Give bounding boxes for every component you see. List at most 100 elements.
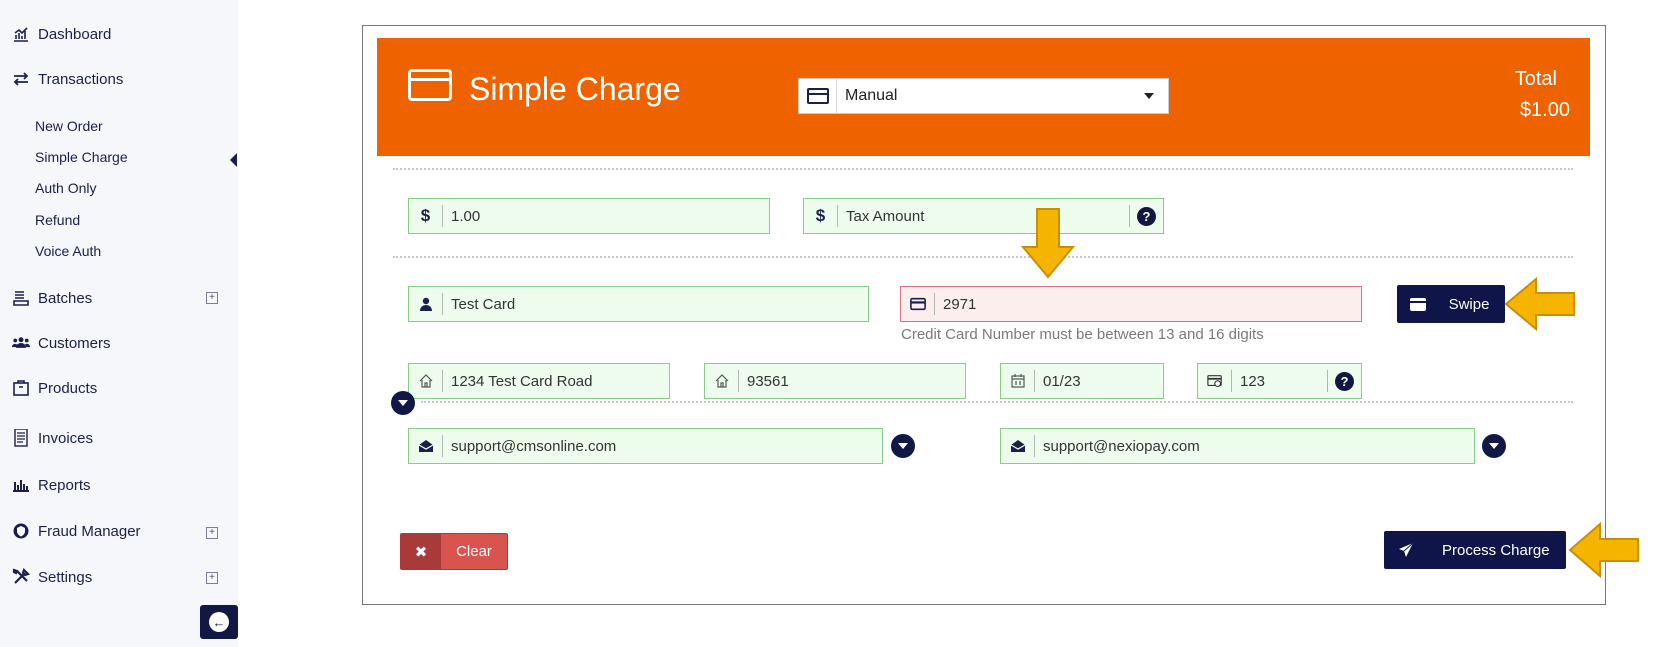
sidebar-sub-refund[interactable]: Refund <box>35 210 80 230</box>
sidebar-item-fraud-manager[interactable]: Fraud Manager <box>12 519 141 543</box>
address-field[interactable]: 1234 Test Card Road <box>408 363 670 399</box>
tax-amount-field[interactable]: $ Tax Amount ? <box>803 198 1164 234</box>
calendar-icon <box>1001 370 1035 392</box>
annotation-down-arrow-icon <box>1020 208 1076 279</box>
close-icon: ✖ <box>401 534 441 569</box>
sidebar-item-invoices[interactable]: Invoices <box>12 426 93 450</box>
card-number-field[interactable]: 2971 <box>900 286 1362 322</box>
sidebar-sub-auth-only[interactable]: Auth Only <box>35 178 96 198</box>
expand-fraud-manager-icon[interactable]: + <box>206 527 218 539</box>
envelope-open-icon <box>1001 435 1035 457</box>
sidebar-sub-new-order[interactable]: New Order <box>35 116 103 136</box>
sidebar-item-dashboard[interactable]: Dashboard <box>12 22 111 46</box>
amount-field[interactable]: $ 1.00 <box>408 198 770 234</box>
box-icon <box>12 379 38 397</box>
sidebar-item-settings[interactable]: Settings <box>12 565 92 589</box>
sidebar-item-label: Settings <box>38 568 93 586</box>
card-number-value: 2971 <box>943 295 977 313</box>
expand-settings-icon[interactable]: + <box>206 572 218 584</box>
clear-label: Clear <box>456 543 492 560</box>
cvv-field[interactable]: 123 ? <box>1197 363 1362 399</box>
divider <box>393 256 1573 258</box>
envelope-open-icon <box>409 435 443 457</box>
chevron-down-icon <box>1144 93 1154 99</box>
entry-method-select[interactable]: Manual <box>798 78 1169 114</box>
home-icon <box>409 370 443 392</box>
page-title: Simple Charge <box>469 71 681 107</box>
arrow-left-icon: ← <box>209 612 229 632</box>
annotation-left-arrow-icon <box>1568 522 1639 578</box>
card-number-error: Credit Card Number must be between 13 an… <box>901 326 1264 343</box>
charge-header: Simple Charge Manual Total $1.00 <box>377 38 1590 156</box>
sidebar-item-customers[interactable]: Customers <box>12 331 111 355</box>
sidebar-item-label: Customers <box>38 334 111 352</box>
sidebar-item-transactions[interactable]: Transactions <box>12 67 123 91</box>
user-icon <box>409 293 443 315</box>
process-charge-label: Process Charge <box>1442 541 1550 559</box>
sidebar-item-label: Invoices <box>38 429 94 447</box>
sidebar-item-label: Batches <box>38 289 93 307</box>
credit-card-icon <box>901 293 935 315</box>
sidebar-sub-simple-charge[interactable]: Simple Charge <box>35 147 128 167</box>
sidebar-item-batches[interactable]: Batches <box>12 286 92 310</box>
zip-value: 93561 <box>747 372 789 390</box>
expiry-field[interactable]: 01/23 <box>1000 363 1164 399</box>
users-icon <box>12 334 38 352</box>
card-cvv-icon <box>1198 370 1232 392</box>
cvv-value: 123 <box>1240 372 1266 390</box>
question-icon: ? <box>1335 371 1354 391</box>
email-to-field[interactable]: support@nexiopay.com <box>1000 428 1475 464</box>
sidebar-sub-voice-auth[interactable]: Voice Auth <box>35 241 101 261</box>
tools-icon <box>12 568 38 586</box>
shield-icon <box>12 522 38 540</box>
credit-card-icon <box>1397 297 1439 311</box>
email-from-value: support@cmsonline.com <box>451 437 617 455</box>
active-item-caret <box>230 153 237 167</box>
home-icon <box>705 370 739 392</box>
simple-charge-card: Simple Charge Manual Total $1.00 $ 1.00 … <box>362 25 1606 605</box>
email-to-options-button[interactable] <box>1482 434 1506 458</box>
zip-field[interactable]: 93561 <box>704 363 966 399</box>
exchange-arrows-icon <box>12 70 38 88</box>
sidebar: Dashboard Transactions New Order Simple … <box>0 0 238 647</box>
help-button[interactable]: ? <box>1129 205 1163 227</box>
divider <box>421 401 1573 403</box>
swipe-button[interactable]: Swipe <box>1397 285 1505 323</box>
sidebar-item-label: Dashboard <box>38 25 112 43</box>
sidebar-item-products[interactable]: Products <box>12 376 97 400</box>
paper-plane-icon <box>1384 542 1428 558</box>
collapse-sidebar-button[interactable]: ← <box>200 605 238 639</box>
dollar-icon: $ <box>804 205 838 227</box>
expand-more-options-button[interactable] <box>391 391 415 415</box>
question-icon: ? <box>1137 206 1156 226</box>
process-charge-button[interactable]: Process Charge <box>1384 531 1566 569</box>
amount-value: 1.00 <box>451 207 481 225</box>
email-to-value: support@nexiopay.com <box>1043 437 1200 455</box>
cardholder-name-value: Test Card <box>451 295 516 313</box>
document-icon <box>12 429 38 447</box>
tax-amount-placeholder: Tax Amount <box>846 207 925 225</box>
bar-chart-icon <box>12 476 38 494</box>
cardholder-name-field[interactable]: Test Card <box>408 286 869 322</box>
clear-button[interactable]: ✖ Clear <box>400 533 508 570</box>
sidebar-item-label: Reports <box>38 476 91 494</box>
divider <box>393 168 1573 170</box>
address-value: 1234 Test Card Road <box>451 372 593 390</box>
total-label: Total <box>1514 68 1557 90</box>
expand-batches-icon[interactable]: + <box>206 292 218 304</box>
annotation-left-arrow-icon <box>1504 277 1575 331</box>
total-value: $1.00 <box>1519 99 1570 121</box>
sidebar-item-label: Fraud Manager <box>38 522 141 540</box>
entry-method-value: Manual <box>845 87 898 104</box>
help-button[interactable]: ? <box>1327 370 1361 392</box>
sidebar-item-reports[interactable]: Reports <box>12 473 91 497</box>
email-from-field[interactable]: support@cmsonline.com <box>408 428 883 464</box>
sidebar-item-label: Products <box>38 379 98 397</box>
swipe-label: Swipe <box>1448 295 1490 313</box>
dollar-icon: $ <box>409 205 443 227</box>
email-from-options-button[interactable] <box>891 434 915 458</box>
expiry-value: 01/23 <box>1043 372 1081 390</box>
stack-icon <box>12 289 38 307</box>
chart-line-icon <box>12 25 38 43</box>
credit-card-icon <box>799 79 837 113</box>
